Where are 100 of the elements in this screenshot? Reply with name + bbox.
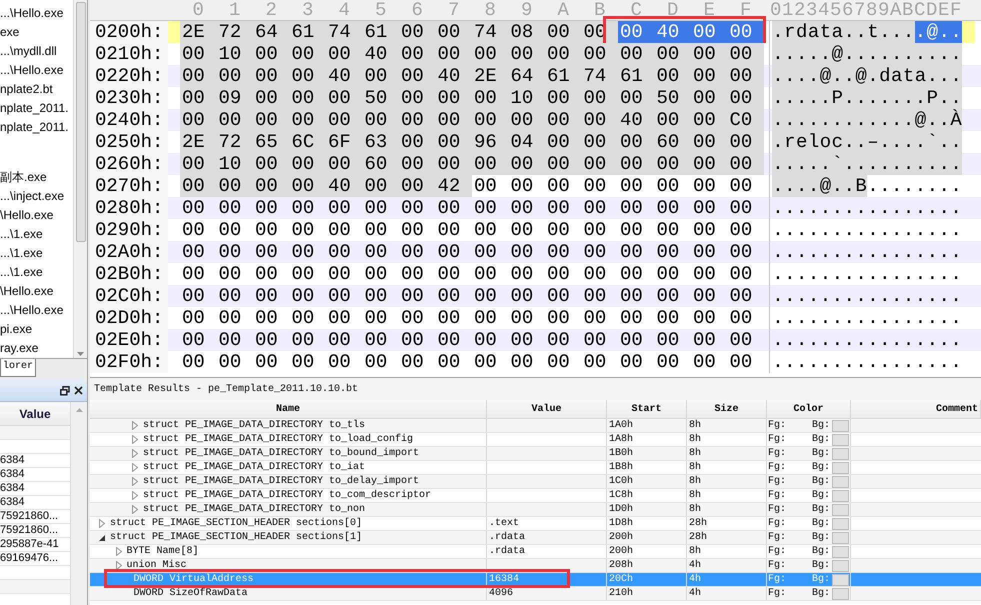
color-swatch[interactable] xyxy=(832,546,849,558)
collapse-triangle-icon[interactable] xyxy=(98,534,106,542)
hex-byte[interactable]: 00 xyxy=(618,43,654,65)
hex-byte[interactable]: 00 xyxy=(508,241,545,263)
hex-byte[interactable]: 00 xyxy=(216,351,253,373)
hex-byte[interactable]: 00 xyxy=(436,263,472,285)
hex-byte[interactable]: 00 xyxy=(290,43,326,65)
hex-byte[interactable]: 00 xyxy=(290,307,326,329)
hex-byte[interactable]: 00 xyxy=(728,21,764,43)
hex-byte[interactable]: 00 xyxy=(508,109,545,131)
tree-row[interactable]: struct PE_IMAGE_DATA_DIRECTORY to_non 1D0h 8h Fg: Bg: xyxy=(90,503,981,517)
hex-byte[interactable]: 00 xyxy=(472,87,508,109)
hex-byte[interactable]: 00 xyxy=(472,285,508,307)
hex-byte[interactable]: 00 xyxy=(290,87,326,109)
ascii-text[interactable]: .rdata..t....@.. xyxy=(770,21,962,43)
hex-byte[interactable]: 00 xyxy=(436,285,472,307)
hex-byte[interactable]: 00 xyxy=(691,153,728,175)
hex-byte[interactable]: 00 xyxy=(728,219,764,241)
hex-byte[interactable]: 00 xyxy=(216,219,253,241)
hex-byte[interactable]: 00 xyxy=(691,351,728,373)
hex-byte[interactable]: 00 xyxy=(618,175,654,197)
hex-byte[interactable]: 00 xyxy=(472,43,508,65)
column-header[interactable]: Size xyxy=(687,400,767,418)
ascii-text[interactable]: ................ xyxy=(770,219,962,241)
hex-byte[interactable]: 00 xyxy=(691,131,728,153)
hex-byte[interactable]: 42 xyxy=(436,175,472,197)
hex-byte[interactable]: 00 xyxy=(436,219,472,241)
hex-byte[interactable]: 00 xyxy=(216,65,253,87)
hex-byte[interactable]: 00 xyxy=(472,197,508,219)
hex-byte[interactable]: 00 xyxy=(728,153,764,175)
file-list-item[interactable]: \Hello.exe xyxy=(0,282,73,301)
hex-byte[interactable]: 00 xyxy=(399,329,436,351)
hex-byte[interactable]: 00 xyxy=(436,87,472,109)
hex-byte[interactable]: 00 xyxy=(362,241,399,263)
hex-byte[interactable]: 00 xyxy=(180,109,216,131)
hex-byte[interactable]: 00 xyxy=(180,241,216,263)
hex-byte[interactable]: 00 xyxy=(728,285,764,307)
hex-byte[interactable]: 00 xyxy=(216,109,253,131)
hex-byte[interactable]: 00 xyxy=(399,307,436,329)
color-swatch[interactable] xyxy=(832,588,849,600)
hex-byte[interactable]: 00 xyxy=(290,219,326,241)
tree-row[interactable]: struct PE_IMAGE_SECTION_HEADER sections[0] .text 1D8h 28h Fg: Bg: xyxy=(90,517,981,531)
hex-byte[interactable]: 00 xyxy=(290,109,326,131)
hex-byte[interactable]: 00 xyxy=(508,263,545,285)
hex-byte[interactable]: 00 xyxy=(545,175,582,197)
hex-byte[interactable]: 60 xyxy=(654,131,691,153)
file-list-item[interactable]: ...\1.exe xyxy=(0,263,73,282)
hex-byte[interactable]: 00 xyxy=(326,197,362,219)
file-list-item[interactable]: nplate_2011. xyxy=(0,118,73,137)
file-list-item[interactable]: ...\1.exe xyxy=(0,244,73,263)
hex-byte[interactable]: 00 xyxy=(436,241,472,263)
hex-byte[interactable]: 00 xyxy=(399,175,436,197)
hex-byte[interactable]: 00 xyxy=(582,351,618,373)
hex-byte[interactable]: 74 xyxy=(326,21,362,43)
hex-byte[interactable]: 00 xyxy=(290,65,326,87)
hex-byte[interactable]: 00 xyxy=(508,153,545,175)
hex-byte[interactable]: 00 xyxy=(326,285,362,307)
expand-triangle-icon[interactable] xyxy=(114,561,122,570)
hex-byte[interactable]: 00 xyxy=(253,175,290,197)
hex-byte[interactable]: 00 xyxy=(180,307,216,329)
hex-byte[interactable]: 00 xyxy=(253,285,290,307)
hex-byte[interactable]: 10 xyxy=(508,87,545,109)
hex-byte[interactable]: 00 xyxy=(618,21,654,43)
hex-byte[interactable]: 00 xyxy=(654,175,691,197)
hex-byte[interactable]: 00 xyxy=(545,263,582,285)
hex-byte[interactable]: 00 xyxy=(290,241,326,263)
hex-byte[interactable]: 00 xyxy=(545,219,582,241)
hex-byte[interactable]: 00 xyxy=(728,87,764,109)
hex-byte[interactable]: 00 xyxy=(253,307,290,329)
file-list-item[interactable]: ...\Hello.exe xyxy=(0,301,73,320)
hex-byte[interactable]: C0 xyxy=(728,109,764,131)
hex-byte[interactable]: 00 xyxy=(399,65,436,87)
hex-byte[interactable]: 00 xyxy=(618,351,654,373)
hex-byte[interactable]: 00 xyxy=(545,87,582,109)
hex-byte[interactable]: 00 xyxy=(582,285,618,307)
hex-byte[interactable]: 00 xyxy=(691,21,728,43)
expand-triangle-icon[interactable] xyxy=(98,519,106,528)
hex-byte[interactable]: 64 xyxy=(253,21,290,43)
hex-byte[interactable]: 00 xyxy=(326,307,362,329)
hex-byte[interactable]: 40 xyxy=(326,175,362,197)
hex-byte[interactable]: 00 xyxy=(654,219,691,241)
hex-byte[interactable]: 00 xyxy=(216,329,253,351)
tree-row[interactable]: struct PE_IMAGE_DATA_DIRECTORY to_com_descriptor 1C8h 8h Fg: Bg: xyxy=(90,489,981,503)
hex-byte[interactable]: 00 xyxy=(728,263,764,285)
hex-byte[interactable]: 00 xyxy=(654,241,691,263)
hex-byte[interactable]: 00 xyxy=(436,329,472,351)
hex-byte[interactable]: 00 xyxy=(582,87,618,109)
hex-byte[interactable]: 00 xyxy=(216,307,253,329)
color-swatch[interactable] xyxy=(832,560,849,572)
file-list-item[interactable]: ...\Hello.exe xyxy=(0,4,73,23)
hex-byte[interactable]: 00 xyxy=(399,285,436,307)
hex-byte[interactable]: 00 xyxy=(618,285,654,307)
hex-byte[interactable]: 00 xyxy=(618,197,654,219)
hex-byte[interactable]: 00 xyxy=(508,175,545,197)
ascii-text[interactable]: .reloc..–....`.. xyxy=(770,131,962,153)
hex-byte[interactable]: 00 xyxy=(436,153,472,175)
close-icon[interactable] xyxy=(74,386,83,395)
hex-byte[interactable]: 00 xyxy=(180,351,216,373)
expand-triangle-icon[interactable] xyxy=(131,491,139,500)
hex-byte[interactable]: 00 xyxy=(253,329,290,351)
